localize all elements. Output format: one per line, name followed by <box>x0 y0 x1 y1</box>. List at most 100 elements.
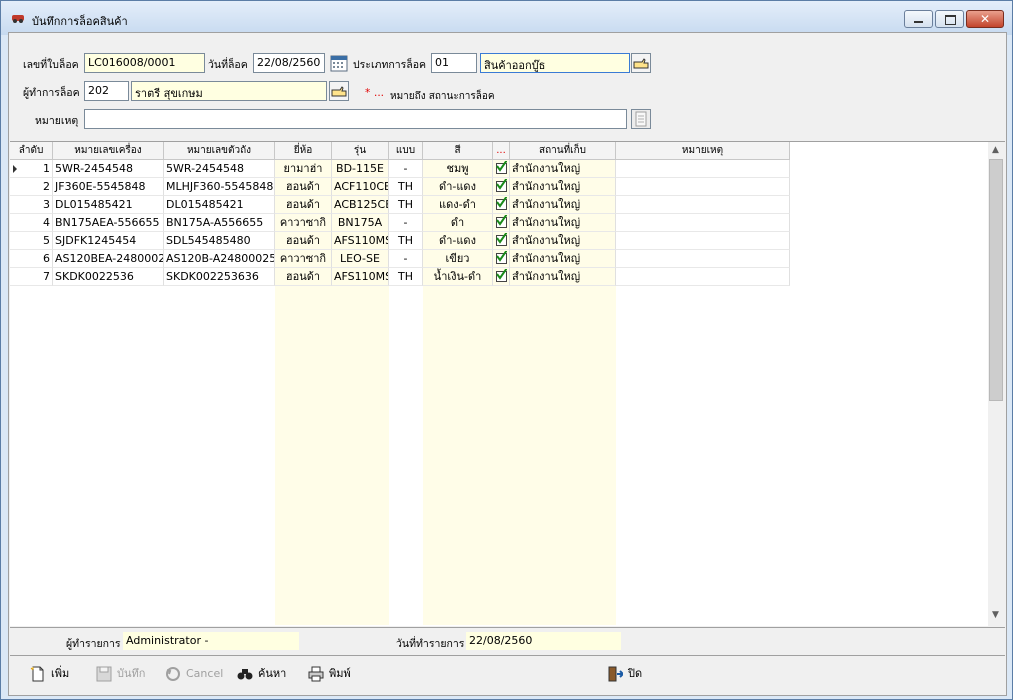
print-button[interactable]: พิมพ์ <box>308 664 351 684</box>
cell-engine-no[interactable]: 5WR-2454548 <box>53 160 164 178</box>
cell-model[interactable]: BD-115E <box>332 160 389 178</box>
cell-color[interactable]: ดำ-แดง <box>423 232 493 250</box>
close-button[interactable]: ปิด <box>607 664 642 684</box>
cell-brand[interactable]: ยามาฮ่า <box>275 160 332 178</box>
cell-seq[interactable]: 2 <box>10 178 53 196</box>
col-header-location[interactable]: สถานที่เก็บ <box>510 142 616 160</box>
minimize-button[interactable] <box>904 10 933 28</box>
cell-status[interactable] <box>493 178 510 196</box>
scroll-down-icon[interactable]: ▼ <box>992 610 999 620</box>
locker-code-field[interactable]: 202 <box>84 81 129 101</box>
cell-color[interactable]: แดง-ดำ <box>423 196 493 214</box>
status-checkbox[interactable] <box>496 179 507 192</box>
search-button[interactable]: ค้นหา <box>237 664 286 684</box>
cell-location[interactable]: สำนักงานใหญ่ <box>510 178 616 196</box>
col-header-status[interactable]: ... <box>493 142 510 160</box>
col-header-seq[interactable]: ลำดับ <box>10 142 53 160</box>
status-checkbox[interactable] <box>496 215 507 228</box>
cell-color[interactable]: ชมพู <box>423 160 493 178</box>
cell-status[interactable] <box>493 250 510 268</box>
cell-type[interactable]: - <box>389 250 423 268</box>
locker-lookup-button[interactable] <box>329 81 349 101</box>
col-header-color[interactable]: สี <box>423 142 493 160</box>
cell-brand[interactable]: ฮอนด้า <box>275 196 332 214</box>
doc-no-field[interactable]: LC016008/0001 <box>84 53 205 73</box>
cell-engine-no[interactable]: AS120BEA-24800025 <box>53 250 164 268</box>
cell-seq[interactable]: 7 <box>10 268 53 286</box>
scroll-up-icon[interactable]: ▲ <box>992 145 999 155</box>
cell-remark[interactable] <box>616 250 790 268</box>
cell-brand[interactable]: คาวาซากิ <box>275 250 332 268</box>
cell-type[interactable]: - <box>389 214 423 232</box>
cell-engine-no[interactable]: DL015485421 <box>53 196 164 214</box>
col-header-engine-no[interactable]: หมายเลขเครื่อง <box>53 142 164 160</box>
cell-brand[interactable]: ฮอนด้า <box>275 178 332 196</box>
add-button[interactable]: เพิ่ม <box>30 664 69 684</box>
cell-chassis-no[interactable]: SDL545485480 <box>164 232 275 250</box>
cell-remark[interactable] <box>616 268 790 286</box>
cell-model[interactable]: BN175A <box>332 214 389 232</box>
save-button[interactable]: บันทึก <box>96 664 145 684</box>
status-checkbox[interactable] <box>496 251 507 264</box>
cell-type[interactable]: TH <box>389 178 423 196</box>
cell-chassis-no[interactable]: 5WR-2454548 <box>164 160 275 178</box>
scroll-thumb[interactable] <box>989 159 1003 401</box>
cell-location[interactable]: สำนักงานใหญ่ <box>510 214 616 232</box>
cell-color[interactable]: เขียว <box>423 250 493 268</box>
cell-engine-no[interactable]: BN175AEA-556655 <box>53 214 164 232</box>
cell-chassis-no[interactable]: BN175A-A556655 <box>164 214 275 232</box>
status-checkbox[interactable] <box>496 269 507 282</box>
cell-model[interactable]: ACB125CBTI <box>332 196 389 214</box>
status-checkbox[interactable] <box>496 161 507 174</box>
lock-type-lookup-button[interactable] <box>631 53 651 73</box>
cell-color[interactable]: ดำ <box>423 214 493 232</box>
grid-scrollbar[interactable]: ▲ ▼ <box>988 141 1005 626</box>
col-header-model[interactable]: รุ่น <box>332 142 389 160</box>
cell-type[interactable]: TH <box>389 268 423 286</box>
cell-status[interactable] <box>493 268 510 286</box>
cell-chassis-no[interactable]: SKDK002253636 <box>164 268 275 286</box>
cell-remark[interactable] <box>616 160 790 178</box>
cell-seq[interactable]: 6 <box>10 250 53 268</box>
status-checkbox[interactable] <box>496 197 507 210</box>
cell-color[interactable]: ดำ-แดง <box>423 178 493 196</box>
cell-status[interactable] <box>493 160 510 178</box>
lock-date-field[interactable]: 22/08/2560 <box>253 53 325 73</box>
cancel-button[interactable]: Cancel <box>165 664 223 684</box>
remark-field[interactable] <box>84 109 627 129</box>
cell-remark[interactable] <box>616 196 790 214</box>
cell-color[interactable]: น้ำเงิน-ดำ <box>423 268 493 286</box>
locker-name-field[interactable]: ราตรี สุขเกษม <box>131 81 327 101</box>
cell-remark[interactable] <box>616 214 790 232</box>
cell-location[interactable]: สำนักงานใหญ่ <box>510 232 616 250</box>
cell-remark[interactable] <box>616 178 790 196</box>
cell-engine-no[interactable]: SJDFK1245454 <box>53 232 164 250</box>
cell-model[interactable]: ACF110CBFE <box>332 178 389 196</box>
cell-type[interactable]: - <box>389 160 423 178</box>
cell-remark[interactable] <box>616 232 790 250</box>
cell-chassis-no[interactable]: AS120B-A24800025 <box>164 250 275 268</box>
cell-chassis-no[interactable]: DL015485421 <box>164 196 275 214</box>
cell-engine-no[interactable]: SKDK0022536 <box>53 268 164 286</box>
cell-model[interactable]: AFS110MSFI <box>332 268 389 286</box>
cell-brand[interactable]: ฮอนด้า <box>275 232 332 250</box>
cell-location[interactable]: สำนักงานใหญ่ <box>510 160 616 178</box>
cell-model[interactable]: AFS110MSFI <box>332 232 389 250</box>
cell-type[interactable]: TH <box>389 232 423 250</box>
cell-location[interactable]: สำนักงานใหญ่ <box>510 250 616 268</box>
cell-model[interactable]: LEO-SE <box>332 250 389 268</box>
cell-engine-no[interactable]: JF360E-5545848 <box>53 178 164 196</box>
col-header-brand[interactable]: ยี่ห้อ <box>275 142 332 160</box>
cell-status[interactable] <box>493 196 510 214</box>
cell-location[interactable]: สำนักงานใหญ่ <box>510 196 616 214</box>
cell-chassis-no[interactable]: MLHJF360-5545848 <box>164 178 275 196</box>
cell-brand[interactable]: ฮอนด้า <box>275 268 332 286</box>
lock-type-name-field[interactable]: สินค้าออกบู๊ธ <box>480 53 630 73</box>
cell-brand[interactable]: คาวาซากิ <box>275 214 332 232</box>
col-header-remark[interactable]: หมายเหตุ <box>616 142 790 160</box>
cell-seq[interactable]: 4 <box>10 214 53 232</box>
cell-type[interactable]: TH <box>389 196 423 214</box>
remark-lookup-button[interactable] <box>631 109 651 129</box>
col-header-chassis-no[interactable]: หมายเลขตัวถัง <box>164 142 275 160</box>
cell-location[interactable]: สำนักงานใหญ่ <box>510 268 616 286</box>
